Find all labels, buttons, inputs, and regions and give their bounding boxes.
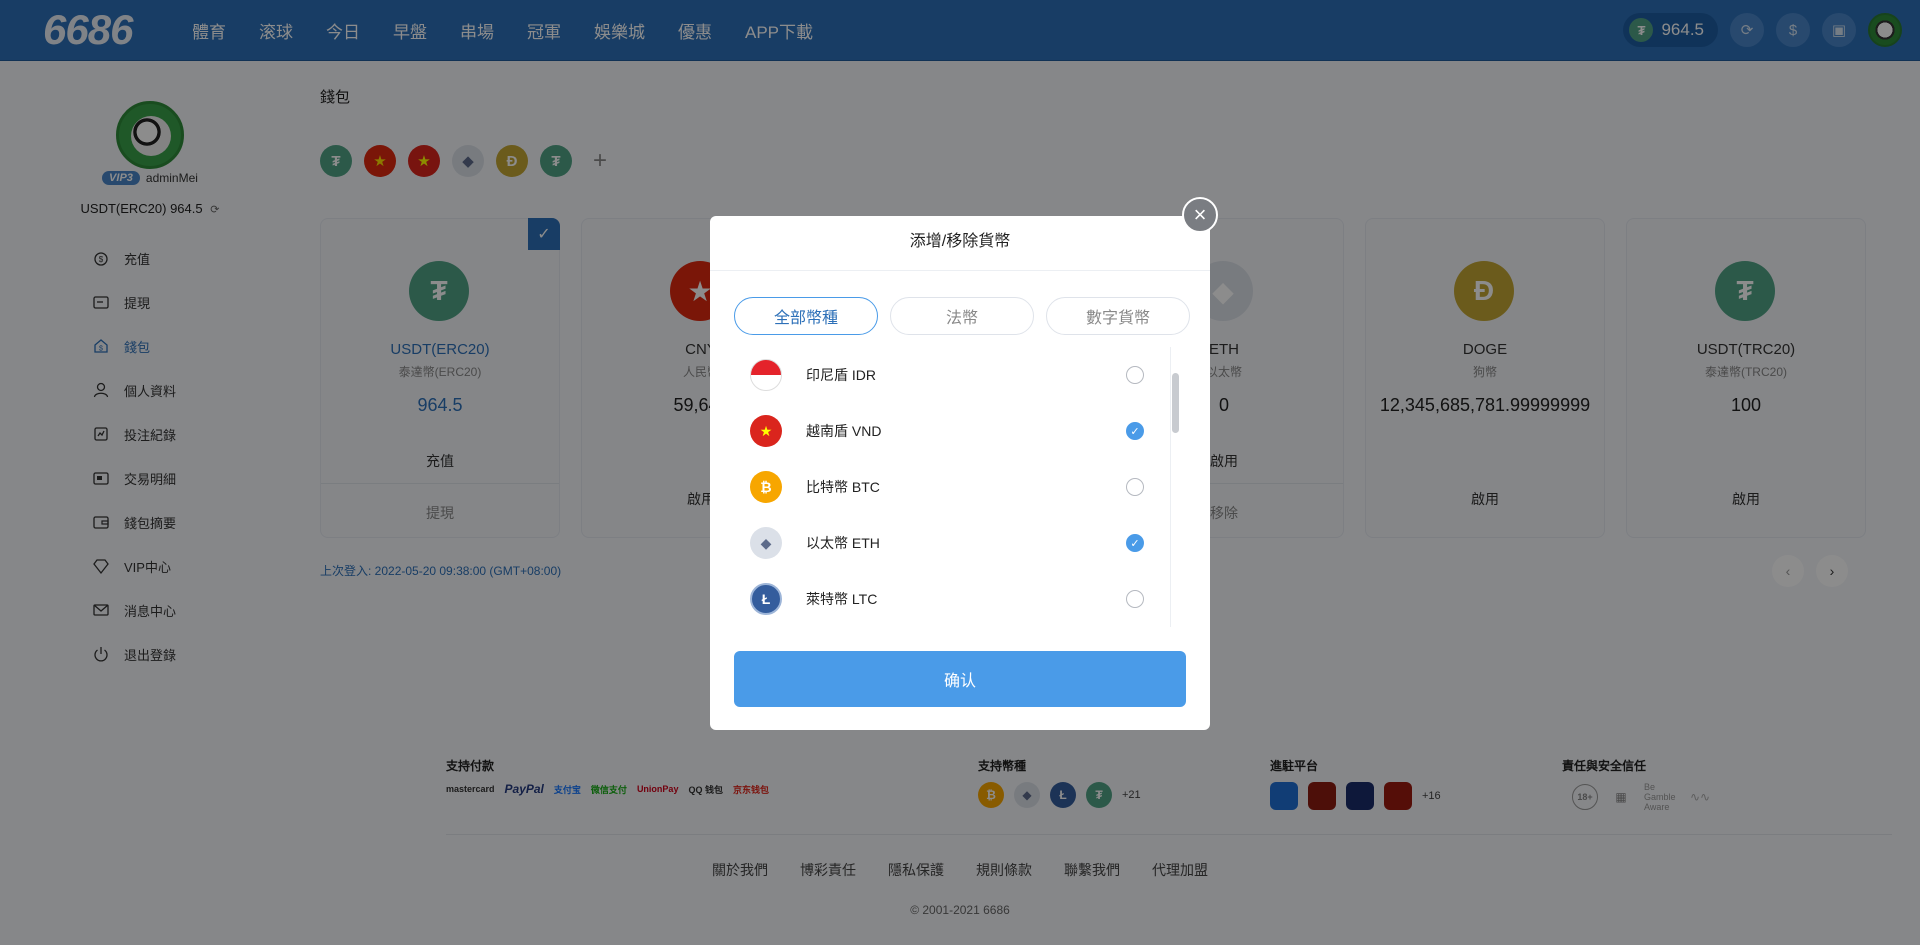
list-item-label: 以太幣 ETH [806,535,880,551]
list-item-label: 萊特幣 LTC [806,591,878,607]
vnd-flag-icon: ★ [750,415,782,447]
radio-checked[interactable]: ✓ [1126,534,1144,552]
list-item[interactable]: ★ 越南盾 VND ✓ [734,403,1164,459]
list-item[interactable]: Ł 萊特幣 LTC [734,571,1164,627]
eth-icon: ◆ [750,527,782,559]
list-item-label: 越南盾 VND [806,423,882,439]
modal-tabs: 全部幣種 法幣 數字貨幣 [734,297,1190,335]
modal-title: 添增/移除貨幣 [710,216,1210,271]
tab-fiat[interactable]: 法幣 [890,297,1034,335]
list-item-label: 比特幣 BTC [806,479,880,495]
list-item[interactable]: 印尼盾 IDR [734,347,1164,403]
radio-unchecked[interactable] [1126,478,1144,496]
ltc-icon: Ł [750,583,782,615]
radio-unchecked[interactable] [1126,590,1144,608]
tab-crypto[interactable]: 數字貨幣 [1046,297,1190,335]
list-item[interactable]: ₿ 比特幣 BTC [734,459,1164,515]
currency-list: 印尼盾 IDR ★ 越南盾 VND ✓ ₿ 比特幣 BTC ◆ 以太幣 ETH … [734,347,1164,627]
list-item-label: 印尼盾 IDR [806,367,876,383]
scrollbar-thumb[interactable] [1172,373,1179,433]
radio-unchecked[interactable] [1126,366,1144,384]
btc-icon: ₿ [750,471,782,503]
list-item[interactable]: ◆ 以太幣 ETH ✓ [734,515,1164,571]
add-remove-currency-modal: 添增/移除貨幣 全部幣種 法幣 數字貨幣 印尼盾 IDR ★ 越南盾 VND ✓… [710,216,1210,730]
tab-all-currencies[interactable]: 全部幣種 [734,297,878,335]
idr-flag-icon [750,359,782,391]
confirm-button[interactable]: 确认 [734,651,1186,707]
close-icon[interactable]: × [1182,197,1218,233]
radio-checked[interactable]: ✓ [1126,422,1144,440]
